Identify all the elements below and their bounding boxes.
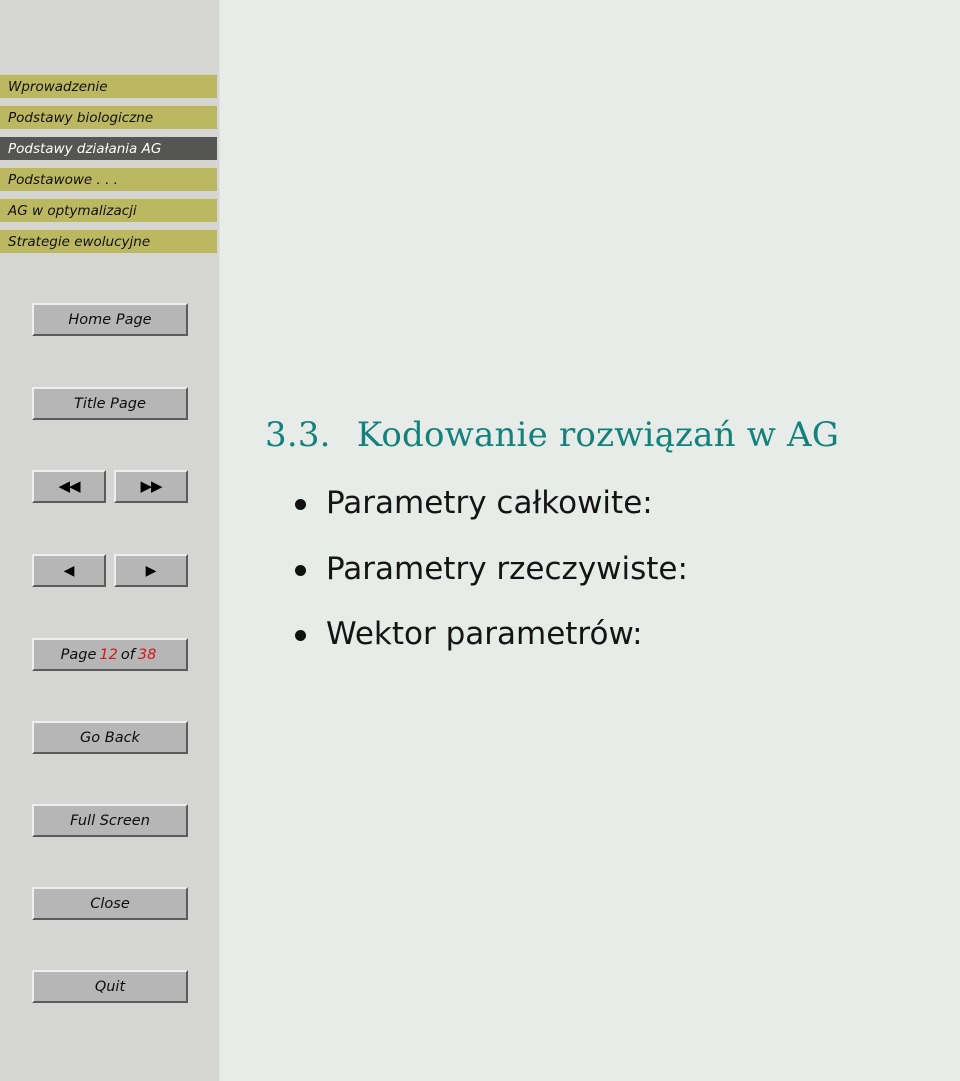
sidebar-item-wprowadzenie[interactable]: Wprowadzenie <box>0 74 217 98</box>
fast-back-button[interactable]: ◀◀ <box>32 470 106 503</box>
page-title: 3.3. Kodowanie rozwiązań w AG <box>265 415 839 455</box>
page-counter-prefix: Page <box>60 646 97 663</box>
title-page-button[interactable]: Title Page <box>32 387 188 420</box>
sidebar: Wprowadzenie Podstawy biologiczne Podsta… <box>0 0 219 1081</box>
page-title-number: 3.3. <box>265 415 331 455</box>
double-right-arrow-icon: ▶▶ <box>140 477 162 495</box>
slide-content-panel: 3.3. Kodowanie rozwiązań w AG Parametry c… <box>220 0 960 1081</box>
sidebar-item-label: Podstawy biologiczne <box>8 109 154 126</box>
sidebar-item-podstawy-biologiczne[interactable]: Podstawy biologiczne <box>0 105 217 129</box>
list-item: Wektor parametrów: <box>292 618 952 651</box>
page-counter-middle: of <box>120 646 135 663</box>
sidebar-item-ag-w-optymalizacji[interactable]: AG w optymalizacji <box>0 198 217 222</box>
page-counter-current: 12 <box>99 646 118 663</box>
double-left-arrow-icon: ◀◀ <box>58 477 80 495</box>
sidebar-item-label: Podstawy działania AG <box>8 140 162 157</box>
bullet-dot-icon <box>295 630 306 642</box>
close-button[interactable]: Close <box>32 887 188 920</box>
sidebar-item-label: Podstawowe . . . <box>8 171 118 188</box>
next-page-button[interactable]: ▶ <box>114 554 188 587</box>
sidebar-item-label: Strategie ewolucyjne <box>8 233 151 250</box>
list-item-label: Parametry rzeczywiste: <box>326 550 688 587</box>
go-back-button-label: Go Back <box>80 729 140 746</box>
list-item: Parametry całkowite: <box>292 487 952 520</box>
go-back-button[interactable]: Go Back <box>32 721 188 754</box>
list-item-label: Parametry całkowite: <box>326 485 653 521</box>
page-title-text: Kodowanie rozwiązań w AG <box>356 415 840 455</box>
home-page-button[interactable]: Home Page <box>32 303 188 336</box>
sidebar-item-label: Wprowadzenie <box>8 78 108 95</box>
page-counter[interactable]: Page 12 of 38 <box>32 638 188 671</box>
quit-button-label: Quit <box>94 978 126 995</box>
title-page-button-label: Title Page <box>74 395 146 412</box>
full-screen-button-label: Full Screen <box>70 812 150 829</box>
sidebar-item-strategie-ewolucyjne[interactable]: Strategie ewolucyjne <box>0 229 217 253</box>
close-button-label: Close <box>90 895 130 912</box>
right-arrow-icon: ▶ <box>145 562 157 579</box>
bullet-dot-icon <box>295 564 306 576</box>
bullet-list: Parametry całkowite: Parametry rzeczywis… <box>292 487 952 684</box>
sidebar-item-podstawowe[interactable]: Podstawowe . . . <box>0 167 217 191</box>
previous-page-button[interactable]: ◀ <box>32 554 106 587</box>
full-screen-button[interactable]: Full Screen <box>32 804 188 837</box>
panel-divider <box>219 0 220 1081</box>
left-arrow-icon: ◀ <box>63 562 75 579</box>
bullet-dot-icon <box>295 499 306 510</box>
quit-button[interactable]: Quit <box>32 970 188 1003</box>
list-item-label: Wektor parametrów: <box>326 616 643 653</box>
list-item: Parametry rzeczywiste: <box>292 550 952 587</box>
sidebar-item-podstawy-dzialania-ag[interactable]: Podstawy działania AG <box>0 136 217 160</box>
page-counter-total: 38 <box>137 646 157 663</box>
section-navigation: Wprowadzenie Podstawy biologiczne Podsta… <box>0 74 217 260</box>
home-page-button-label: Home Page <box>68 311 152 328</box>
sidebar-item-label: AG w optymalizacji <box>8 202 137 219</box>
fast-forward-button[interactable]: ▶▶ <box>114 470 188 503</box>
